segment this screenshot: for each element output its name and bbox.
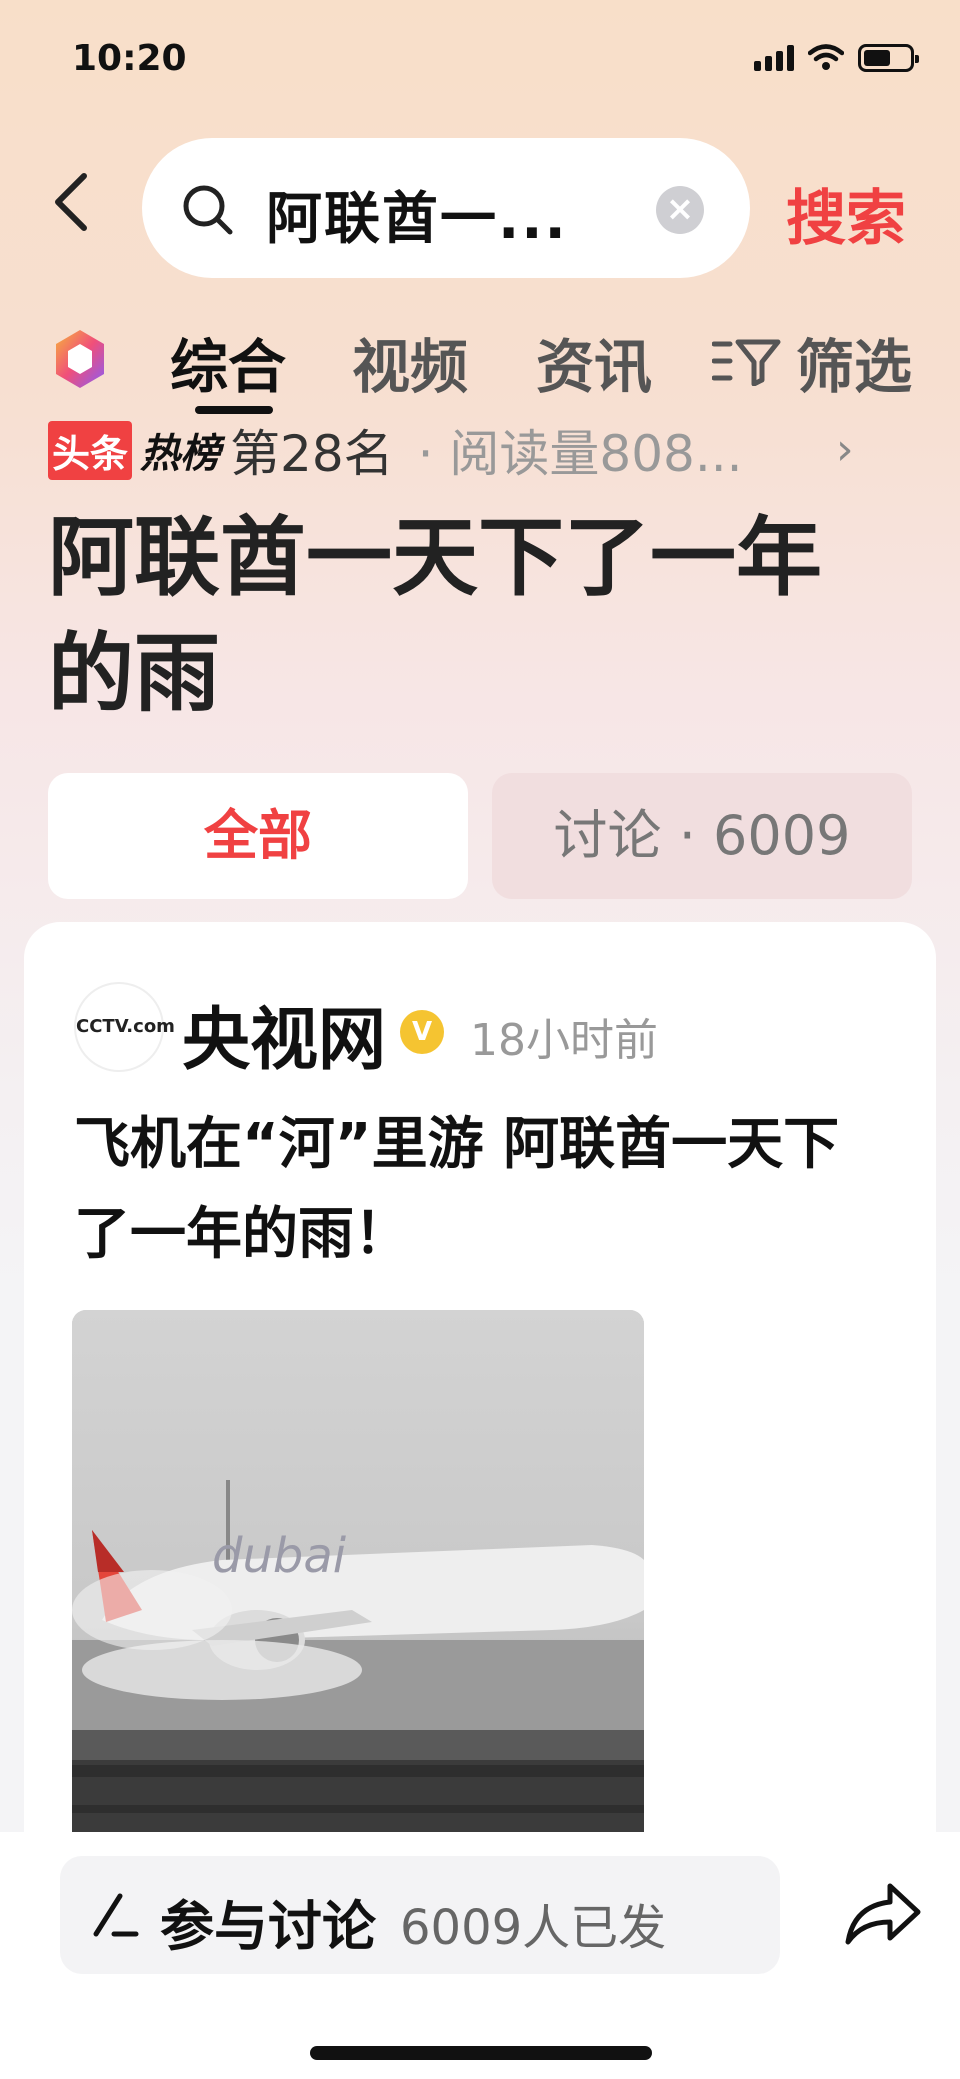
- post-title[interactable]: 飞机在“河”里游 阿联酋一天下了一年的雨！: [74, 1100, 894, 1280]
- author-name[interactable]: 央视网: [182, 984, 386, 1083]
- rank-text: 第28名: [230, 425, 394, 483]
- segment-discussion[interactable]: 讨论 · 6009: [492, 773, 912, 899]
- bottom-bar: 参与讨论 6009人已发: [0, 1832, 960, 2079]
- home-indicator[interactable]: [310, 2046, 652, 2060]
- search-button[interactable]: 搜索: [786, 170, 906, 257]
- status-icons: [754, 44, 919, 72]
- status-time: 10:20: [72, 38, 187, 79]
- avatar[interactable]: CCTV.com: [74, 982, 175, 1072]
- post-image[interactable]: dubai: [72, 1310, 644, 1870]
- back-button[interactable]: [50, 170, 110, 250]
- search-icon: [183, 185, 233, 235]
- filter-icon: [712, 339, 781, 386]
- post-time: 18小时前: [470, 1015, 658, 1066]
- search-header: 阿联酋一... × 搜索: [0, 130, 960, 280]
- pen-icon: [93, 1893, 139, 1937]
- tab-video[interactable]: 视频: [352, 320, 468, 404]
- image-caption-text: dubai: [212, 1528, 347, 1584]
- discuss-label: 参与讨论: [160, 1895, 376, 1958]
- search-input[interactable]: 阿联酋一... ×: [142, 138, 750, 278]
- tab-comprehensive[interactable]: 综合: [170, 320, 286, 404]
- battery-icon: [858, 44, 919, 72]
- topic-title: 阿联酋一天下了一年的雨: [48, 508, 822, 724]
- search-query-text: 阿联酋一...: [266, 187, 568, 252]
- wifi-icon: [808, 44, 844, 70]
- segment-all[interactable]: 全部: [48, 773, 468, 899]
- share-icon[interactable]: [842, 1878, 922, 1948]
- result-tabs: 综合 视频 资讯 筛选: [0, 310, 960, 420]
- toutiao-badge: 头条: [48, 420, 133, 480]
- chevron-right-icon[interactable]: ›: [836, 424, 854, 475]
- hot-rank-row[interactable]: 头条 热榜 第28名 · 阅读量808...: [48, 420, 743, 483]
- read-count-text: · 阅读量808...: [417, 425, 743, 483]
- active-tab-indicator: [195, 406, 273, 414]
- hot-list-badge: 热榜: [140, 431, 221, 477]
- back-arrow-icon: [55, 173, 87, 231]
- post-card[interactable]: CCTV.com 央视网 V 18小时前 飞机在“河”里游 阿联酋一天下了一年的…: [24, 922, 936, 1922]
- tab-filter[interactable]: 筛选: [796, 320, 912, 404]
- clear-search-button[interactable]: ×: [656, 186, 704, 234]
- discuss-count: 6009人已发: [400, 1900, 667, 1956]
- tab-news[interactable]: 资讯: [536, 320, 652, 404]
- verified-icon: V: [400, 1010, 444, 1054]
- cellular-signal-icon: [754, 45, 794, 71]
- status-bar: 10:20: [0, 0, 960, 120]
- airplane-flooded-image: [72, 1310, 644, 1870]
- app-logo-icon[interactable]: [50, 326, 110, 392]
- join-discussion-button[interactable]: 参与讨论 6009人已发: [60, 1856, 780, 1974]
